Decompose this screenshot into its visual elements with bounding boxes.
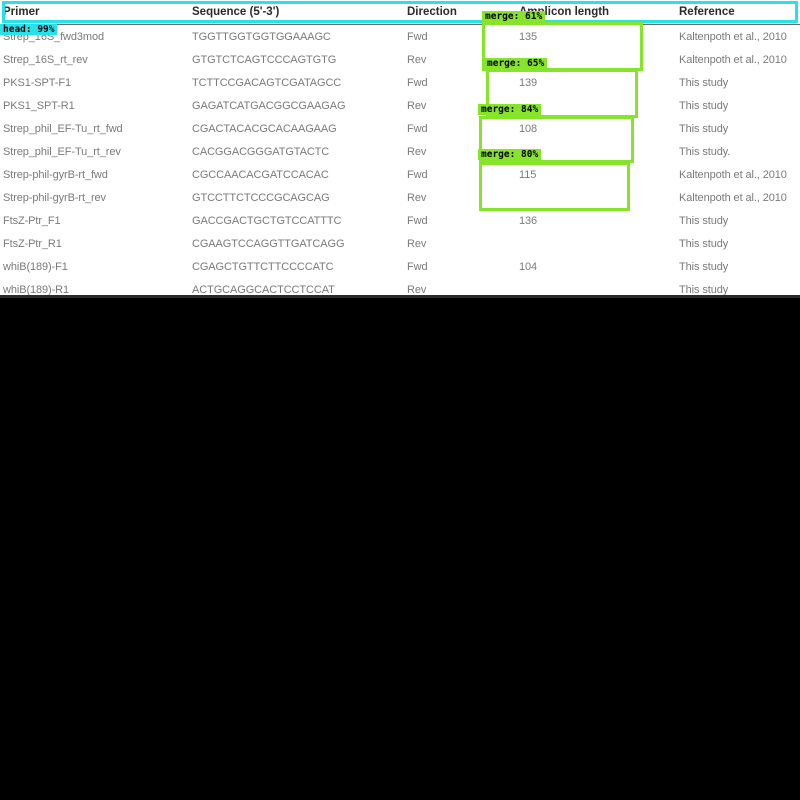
primer-cell: Strep_phil_EF-Tu_rt_rev [3,145,121,158]
reference-cell: Kaltenpoth et al., 2010 [679,191,787,204]
sequence-cell: CGCCAACACGATCCACAC [192,168,329,181]
sequence-cell: CGACTACACGCACAAGAAG [192,122,337,135]
sequence-cell: CGAAGTCCAGGTTGATCAGG [192,237,345,250]
table-row: Strep-phil-gyrB-rt_fwd CGCCAACACGATCCACAC… [0,163,800,186]
reference-cell: Kaltenpoth et al., 2010 [679,30,787,43]
primer-cell: Strep_16S_rt_rev [3,53,88,66]
sequence-cell: GACCGACTGCTGTCCATTTC [192,214,342,227]
amplicon-length-cell: 104 [519,260,538,273]
merge-detection-label: merge: 84% [478,104,542,115]
sequence-cell: GTCCTTCTCCCGCAGCAG [192,191,330,204]
reference-cell: This study [679,237,729,250]
reference-cell: This study [679,99,729,112]
reference-cell: Kaltenpoth et al., 2010 [679,168,787,181]
primer-cell: FtsZ-Ptr_R1 [3,237,62,250]
primer-table: Primer Sequence (5'-3') Direction Amplic… [0,0,800,298]
table-row: FtsZ-Ptr_F1 GACCGACTGCTGTCCATTTC Fwd 136 Thi… [0,209,800,232]
sequence-cell: TGGTTGGTGGTGGAAAGC [192,30,331,43]
amplicon-length-cell: 136 [519,214,538,227]
direction-cell: Fwd [407,214,428,227]
head-detection-box [2,1,798,23]
sequence-cell: CACGGACGGGATGTACTC [192,145,330,158]
sequence-cell: GAGATCATGACGGCGAAGAG [192,99,346,112]
document-page: Primer Sequence (5'-3') Direction Amplic… [0,0,800,298]
direction-cell: Rev [407,237,427,250]
primer-cell: Strep-phil-gyrB-rt_rev [3,191,106,204]
table-row: Strep_phil_EF-Tu_rt_fwd CGACTACACGCACAAGA… [0,117,800,140]
primer-cell: PKS1-SPT-F1 [3,76,71,89]
reference-cell: This study. [679,145,731,158]
primer-cell: FtsZ-Ptr_F1 [3,214,61,227]
merge-detection-label: merge: 61% [482,11,546,22]
merge-detection-box [479,162,630,211]
table-row: Strep-phil-gyrB-rt_rev GTCCTTCTCCCGCAGCAG… [0,186,800,209]
table-row: Strep_phil_EF-Tu_rt_rev CACGGACGGGATGTACT… [0,140,800,163]
table-row: Strep_16S_rt_rev GTGTCTCAGTCCCAGTGTG Rev Ka… [0,48,800,71]
primer-cell: Strep-phil-gyrB-rt_fwd [3,168,108,181]
merge-detection-label: merge: 80% [478,149,542,160]
table-row: FtsZ-Ptr_R1 CGAAGTCCAGGTTGATCAGG Rev This s… [0,232,800,255]
table-row: PKS1-SPT-F1 TCTTCCGACAGTCGATAGCC Fwd 139 Thi… [0,71,800,94]
reference-cell: Kaltenpoth et al., 2010 [679,53,787,66]
sequence-cell: CGAGCTGTTCTTCCCCATC [192,260,334,273]
reference-cell: This study [679,260,729,273]
reference-cell: This study [679,214,729,227]
sequence-cell: GTGTCTCAGTCCCAGTGTG [192,53,337,66]
direction-cell: Fwd [407,260,428,273]
merge-detection-label: merge: 65% [484,58,548,69]
reference-cell: This study [679,122,729,135]
table-row: whiB(189)-F1 CGAGCTGTTCTTCCCCATC Fwd 104 Thi… [0,255,800,278]
head-detection-label: head: 99% [0,24,58,35]
table-row: Strep_16S_fwd3mod TGGTTGGTGGTGGAAAGC Fwd 13… [0,25,800,49]
page-bottom-edge [0,295,800,298]
primer-cell: Strep_phil_EF-Tu_rt_fwd [3,122,123,135]
primer-cell: PKS1_SPT-R1 [3,99,75,112]
amplicon-length-cell [518,232,676,255]
primer-cell: whiB(189)-F1 [3,260,68,273]
reference-cell: This study [679,76,729,89]
table-row: PKS1_SPT-R1 GAGATCATGACGGCGAAGAG Rev This s… [0,94,800,117]
sequence-cell: TCTTCCGACAGTCGATAGCC [192,76,342,89]
